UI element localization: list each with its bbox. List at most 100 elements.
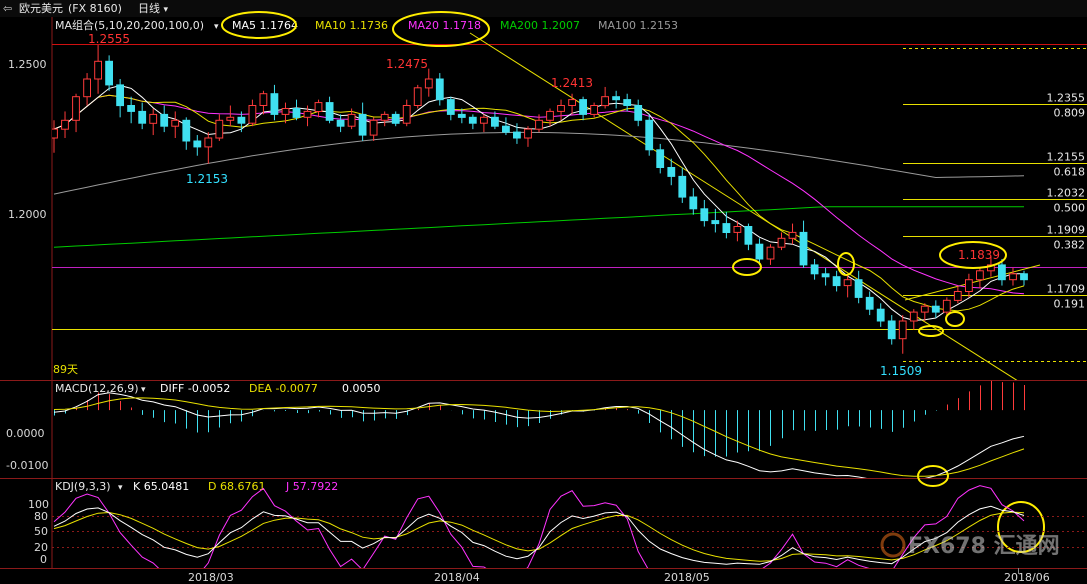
watermark-logo-icon [880,532,906,558]
kdj-tick-label: 50 [34,525,48,538]
candlestick [160,105,169,133]
candlestick [898,315,907,354]
candlestick [612,90,621,109]
candlestick [480,114,488,133]
high-label: 1.2555 [88,32,130,46]
candlestick [722,211,731,239]
candlestick [854,270,863,304]
kdj-tick-label: 80 [34,510,48,523]
recent-high-label: 1.1839 [958,248,1000,262]
candlestick [270,84,279,121]
macd-label[interactable]: MACD(12,26,9) [55,382,139,395]
candlestick [909,309,918,330]
candlestick [248,99,257,127]
reference-lines [52,48,1087,362]
candlestick [634,99,643,127]
ma100-legend: MA100 1.2153 [598,19,678,32]
candlestick [976,267,984,289]
candlestick [865,291,874,316]
candlestick [369,117,378,141]
fib-ratio-label: 0.618 [1054,166,1086,179]
candlestick [468,114,477,130]
macd-tick-label: 0.0000 [6,427,45,440]
kdj-tick-label: 0 [40,553,47,566]
low-label: 1.2153 [186,172,228,186]
ma5-legend: MA5 1.1764 [232,19,298,32]
candlestick [226,105,235,127]
macd-diff-line [53,392,1025,478]
chevron-down-icon: ▾ [141,385,146,395]
fib-price-label: 1.2032 [1047,187,1086,200]
candlestick [446,96,455,121]
watermark-text: FX678 汇通网 [908,534,1060,559]
candlestick [138,102,147,130]
date-tick-label: 2018/06 [1004,571,1050,584]
price-tick-label: 1.2500 [8,58,47,71]
candlestick [424,68,433,97]
candlestick [182,117,191,150]
candlestick [590,102,599,118]
candlestick [579,96,588,121]
candlestick [94,45,102,94]
ma200-legend: MA200 1.2007 [500,19,580,32]
candlestick [116,78,124,118]
candlestick [645,114,654,156]
candlestick [821,267,830,286]
chevron-down-icon: ▾ [214,22,219,32]
candlestick [766,244,775,265]
ma200-line [53,206,1024,248]
candlestick [744,223,753,251]
candlestick [127,96,135,124]
fib-ratio-label: 0.382 [1054,239,1086,252]
watermark: FX678 汇通网 [880,532,1060,559]
candlestick [965,273,973,298]
x-axis: 2018/03 2018/04 2018/05 2018/06 [188,568,1050,584]
candlestick [171,111,180,138]
price-annotations: 1.2555 1.2475 1.2413 1.2153 1.1509 1.183… [53,32,1000,378]
candlestick [259,90,268,115]
highlight-ellipse [945,311,965,327]
candlestick [942,297,951,316]
candlestick [413,84,422,109]
kdj-legend: KDJ(9,3,3) ▾ K 65.0481 D 68.6761 J 57.79… [55,480,338,493]
price-axis: 1.2500 1.2000 [8,58,47,221]
date-tick-label: 2018/04 [434,571,480,584]
macd-lines [53,392,1025,478]
kdj-label[interactable]: KDJ(9,3,3) [55,480,111,493]
candlestick [832,270,841,292]
candlestick [325,96,334,124]
high-label: 1.2475 [386,57,428,71]
candlestick [546,108,554,127]
candlestick [83,73,91,106]
ma-legend-label[interactable]: MA组合(5,10,20,200,100,0) [55,18,204,32]
fib-ratio-label: 0.500 [1054,202,1086,215]
date-tick-label: 2018/05 [664,571,710,584]
macd-dea-line [53,397,1025,477]
ma10-legend: MA10 1.1736 [315,19,388,32]
candlestick [314,99,323,118]
macd-dea-value: DEA -0.0077 [249,382,318,395]
chart-canvas[interactable]: MA组合(5,10,20,200,100,0) MA5 1.1764 MA10 … [0,0,1087,584]
candlestick [876,303,885,327]
candlestick [149,108,158,136]
low-label: 1.1509 [880,364,922,378]
candlestick [788,223,797,245]
fib-ratio-label: 0.191 [1054,298,1086,311]
candlestick [810,259,819,280]
candlestick [953,285,962,304]
candlestick [193,135,202,156]
candlestick [700,199,709,227]
candlestick [1020,270,1028,286]
macd-axis: 0.0000 -0.0100 [6,427,48,472]
candlestick [292,99,301,121]
candlestick [204,132,213,164]
date-tick-label: 2018/03 [188,571,234,584]
chevron-down-icon: ▾ [118,483,123,493]
candlestick [358,102,367,141]
ma20-legend: MA20 1.1718 [408,19,481,32]
kdj-k-line [53,505,1025,565]
fib-price-label: 1.2155 [1047,151,1086,164]
kdj-axis: 100 80 50 20 0 [28,498,49,566]
candlestick [491,111,499,130]
price-tick-label: 1.2000 [8,208,47,221]
